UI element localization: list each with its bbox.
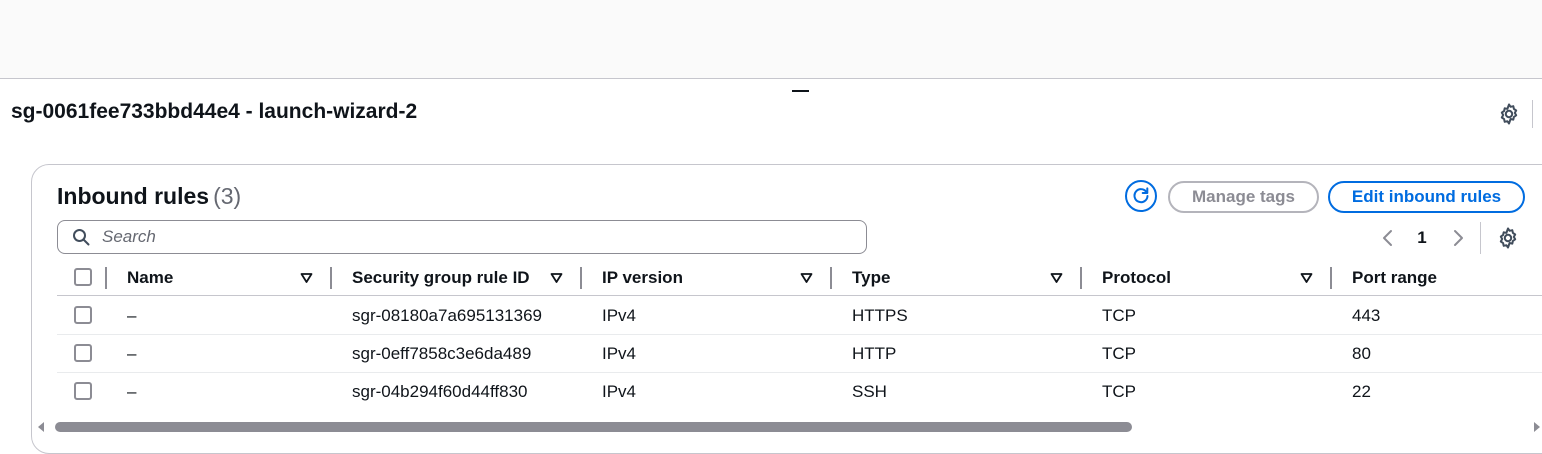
column-separator[interactable] (580, 267, 582, 289)
refresh-button[interactable] (1125, 180, 1157, 212)
cell-ip-version: IPv4 (602, 306, 637, 325)
chevron-left-icon[interactable] (1378, 226, 1398, 250)
column-header-rule-id[interactable]: Security group rule ID (352, 268, 530, 288)
column-header-protocol[interactable]: Protocol (1102, 268, 1171, 288)
sort-icon[interactable] (550, 272, 563, 284)
chevron-right-icon[interactable] (1448, 226, 1468, 250)
page-title: sg-0061fee733bbd44e4 - launch-wizard-2 (11, 100, 418, 123)
column-separator (105, 267, 107, 289)
cell-ip-version: IPv4 (602, 344, 637, 363)
inbound-rules-panel (31, 164, 1542, 454)
gear-icon[interactable] (1497, 102, 1521, 126)
sort-icon[interactable] (300, 272, 313, 284)
search-input[interactable] (102, 225, 842, 249)
cell-rule-id: sgr-08180a7a695131369 (352, 306, 543, 325)
cell-port-range: 22 (1352, 382, 1371, 401)
edit-inbound-rules-button[interactable]: Edit inbound rules (1328, 181, 1525, 213)
inbound-rules-heading: Inbound rules (3) (57, 183, 241, 210)
cell-port-range: 80 (1352, 344, 1371, 363)
row-checkbox[interactable] (74, 382, 92, 400)
column-header-ip-version[interactable]: IP version (602, 268, 683, 288)
inbound-rules-count: (3) (213, 183, 242, 209)
cell-protocol: TCP (1102, 344, 1136, 363)
column-separator[interactable] (1330, 267, 1332, 289)
column-separator[interactable] (330, 267, 332, 289)
row-checkbox[interactable] (74, 344, 92, 362)
cell-type: HTTP (852, 344, 897, 363)
search-icon (73, 229, 90, 246)
cell-rule-id: sgr-04b294f60d44ff830 (352, 382, 528, 401)
cell-type: SSH (852, 382, 887, 401)
cell-rule-id: sgr-0eff7858c3e6da489 (352, 344, 532, 363)
header-divider (57, 295, 1542, 296)
manage-tags-button[interactable]: Manage tags (1168, 181, 1319, 213)
split-panel-drag-handle[interactable] (792, 90, 809, 92)
gear-icon[interactable] (1496, 226, 1520, 250)
cell-name: – (127, 306, 137, 325)
refresh-icon (1133, 187, 1149, 204)
inbound-rules-title: Inbound rules (57, 183, 210, 209)
divider (1532, 100, 1533, 128)
cell-ip-version: IPv4 (602, 382, 637, 401)
column-header-type[interactable]: Type (852, 268, 890, 288)
cell-protocol: TCP (1102, 306, 1136, 325)
column-separator[interactable] (830, 267, 832, 289)
row-divider (57, 372, 1542, 373)
top-band (0, 0, 1542, 79)
row-divider (57, 334, 1542, 335)
divider (1480, 222, 1481, 254)
sort-icon[interactable] (1050, 272, 1063, 284)
column-separator[interactable] (1080, 267, 1082, 289)
scroll-right-arrow-icon[interactable] (1532, 421, 1542, 433)
select-all-checkbox[interactable] (74, 268, 92, 286)
row-checkbox[interactable] (74, 306, 92, 324)
scroll-left-arrow-icon[interactable] (36, 421, 46, 433)
column-header-port-range[interactable]: Port range (1352, 268, 1437, 288)
cell-name: – (127, 344, 137, 363)
sort-icon[interactable] (1300, 272, 1313, 284)
column-header-name[interactable]: Name (127, 268, 173, 288)
cell-type: HTTPS (852, 306, 908, 325)
cell-name: – (127, 382, 137, 401)
page-number[interactable]: 1 (1410, 228, 1434, 248)
search-field[interactable] (57, 220, 867, 254)
cell-protocol: TCP (1102, 382, 1136, 401)
sort-icon[interactable] (800, 272, 813, 284)
cell-port-range: 443 (1352, 306, 1381, 325)
horizontal-scrollbar[interactable] (55, 422, 1132, 432)
